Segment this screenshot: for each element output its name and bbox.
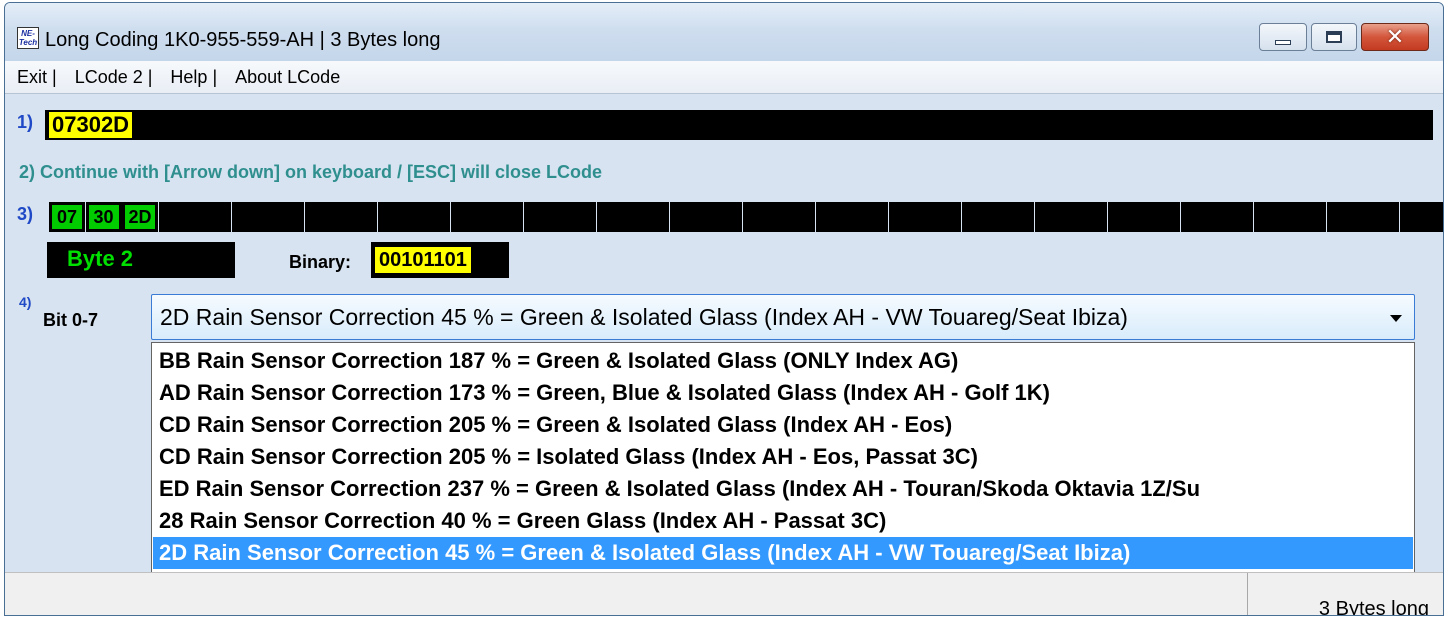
status-length: 3 Bytes long: [1318, 598, 1429, 616]
minimize-icon: [1275, 39, 1291, 45]
status-divider: [1247, 573, 1248, 615]
coding-option-item[interactable]: CD Rain Sensor Correction 205 % = Green …: [153, 409, 1413, 441]
byte-cell[interactable]: [377, 202, 414, 232]
step-1-label: 1): [17, 112, 34, 132]
byte-cell[interactable]: [742, 202, 779, 232]
byte-cell[interactable]: [1107, 202, 1144, 232]
byte-cell[interactable]: [1144, 202, 1180, 232]
byte-cell[interactable]: [231, 202, 268, 232]
byte-cell[interactable]: [998, 202, 1034, 232]
byte-cell[interactable]: [888, 202, 925, 232]
step-2-hint: 2) Continue with [Arrow down] on keyboar…: [19, 162, 603, 182]
menu-lcode2[interactable]: LCode 2 |: [75, 67, 159, 88]
coding-option-item[interactable]: AD Rain Sensor Correction 173 % = Green,…: [153, 377, 1413, 409]
lcode-window: NE-Tech Long Coding 1K0-955-559-AH | 3 B…: [4, 2, 1444, 616]
menu-bar: Exit | LCode 2 | Help | About LCode: [5, 61, 1443, 94]
coding-option-item[interactable]: 2D Rain Sensor Correction 45 % = Green &…: [153, 537, 1413, 569]
binary-field: 00101101: [371, 242, 509, 278]
menu-help[interactable]: Help |: [170, 67, 223, 88]
binary-value: 00101101: [375, 247, 471, 273]
step-4-label: 4): [19, 294, 31, 319]
close-button[interactable]: ✕: [1361, 23, 1429, 51]
byte-cell[interactable]: [158, 202, 195, 232]
byte-cell[interactable]: [487, 202, 523, 232]
byte-cell[interactable]: [1034, 202, 1071, 232]
byte-cell[interactable]: 2D: [122, 202, 158, 232]
byte-cell[interactable]: [1399, 202, 1436, 232]
byte-cell[interactable]: [1363, 202, 1399, 232]
window-title: Long Coding 1K0-955-559-AH | 3 Bytes lon…: [45, 29, 441, 51]
binary-label: Binary:: [289, 252, 352, 272]
chevron-down-icon[interactable]: [1390, 315, 1402, 322]
coding-option-item[interactable]: ED Rain Sensor Correction 237 % = Green …: [153, 473, 1413, 505]
byte-cell[interactable]: [852, 202, 888, 232]
close-icon: ✕: [1385, 24, 1405, 49]
byte-cell[interactable]: [450, 202, 487, 232]
menu-about[interactable]: About LCode: [235, 67, 346, 88]
byte-cell[interactable]: [341, 202, 377, 232]
byte-cell-value: 2D: [125, 205, 155, 229]
byte-cell[interactable]: [523, 202, 560, 232]
byte-cell[interactable]: [268, 202, 304, 232]
byte-cell[interactable]: [633, 202, 669, 232]
byte-cell-value: 07: [52, 205, 82, 229]
coding-option-selected: 2D Rain Sensor Correction 45 % = Green &…: [160, 304, 1128, 330]
byte-cell[interactable]: 30: [85, 202, 122, 232]
coding-option-item[interactable]: 28 Rain Sensor Correction 40 % = Green G…: [153, 505, 1413, 537]
coding-value: 07302D: [49, 112, 133, 138]
byte-cell[interactable]: [1217, 202, 1253, 232]
byte-cell[interactable]: [560, 202, 596, 232]
byte-cell-value: 30: [88, 205, 119, 229]
byte-cell[interactable]: [195, 202, 231, 232]
coding-option-item[interactable]: CD Rain Sensor Correction 205 % = Isolat…: [153, 441, 1413, 473]
byte-cell[interactable]: 07: [49, 202, 85, 232]
coding-option-select[interactable]: 2D Rain Sensor Correction 45 % = Green &…: [151, 294, 1415, 340]
byte-cell[interactable]: [925, 202, 961, 232]
byte-cell[interactable]: [1436, 202, 1443, 232]
minimize-button[interactable]: [1259, 23, 1307, 51]
step-4-number: 4): [19, 294, 32, 310]
byte-cell[interactable]: [414, 202, 450, 232]
bit-range-label: Bit 0-7: [43, 310, 99, 330]
maximize-icon: [1326, 31, 1342, 43]
step-3-label: 3): [17, 204, 34, 224]
byte-cell[interactable]: [1180, 202, 1217, 232]
main-panel: 1) 07302D 2) Continue with [Arrow down] …: [5, 94, 1443, 615]
ne-tech-app-icon[interactable]: NE-Tech: [17, 27, 39, 49]
title-bar[interactable]: NE-Tech Long Coding 1K0-955-559-AH | 3 B…: [5, 3, 1443, 61]
maximize-button[interactable]: [1311, 23, 1357, 51]
menu-exit[interactable]: Exit |: [17, 67, 63, 88]
byte-cell[interactable]: [706, 202, 742, 232]
coding-option-item[interactable]: BB Rain Sensor Correction 187 % = Green …: [153, 345, 1413, 377]
byte-cell[interactable]: [779, 202, 815, 232]
byte-cell[interactable]: [1326, 202, 1363, 232]
status-bar: 3 Bytes long: [5, 572, 1443, 615]
byte-cell[interactable]: [1071, 202, 1107, 232]
coding-value-field[interactable]: 07302D: [45, 110, 1433, 140]
coding-option-list: BB Rain Sensor Correction 187 % = Green …: [151, 342, 1415, 602]
byte-cell[interactable]: [304, 202, 341, 232]
byte-cell[interactable]: [669, 202, 706, 232]
byte-cell[interactable]: [1253, 202, 1290, 232]
byte-cell[interactable]: [815, 202, 852, 232]
byte-cell[interactable]: [1290, 202, 1326, 232]
byte-cell[interactable]: [961, 202, 998, 232]
byte-cell[interactable]: [596, 202, 633, 232]
byte-indicator: Byte 2: [47, 242, 235, 278]
byte-indicator-text: Byte 2: [67, 246, 134, 271]
